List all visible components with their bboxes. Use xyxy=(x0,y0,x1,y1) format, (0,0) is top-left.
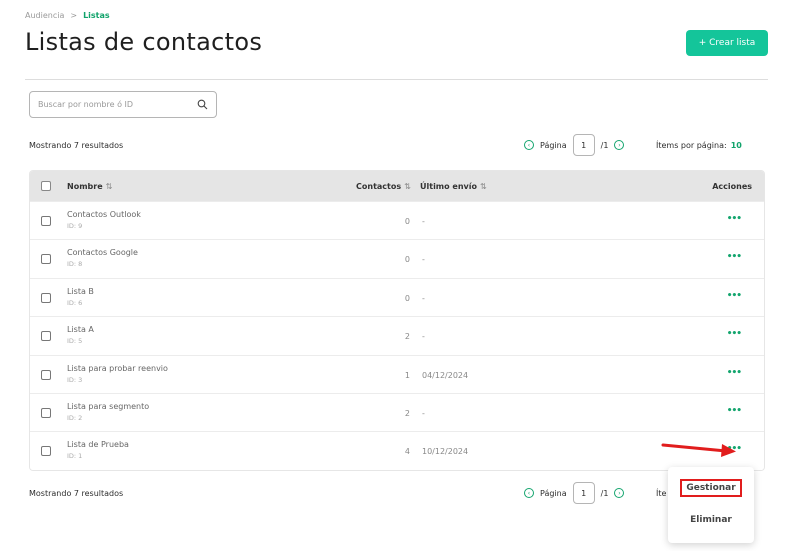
last-send: - xyxy=(422,255,425,265)
search-icon[interactable] xyxy=(196,99,208,111)
breadcrumb-parent[interactable]: Audiencia xyxy=(25,11,64,20)
pagination-bottom: ‹ Página 1 /1 › xyxy=(524,482,625,504)
contacts-count: 0 xyxy=(404,217,410,226)
search-box[interactable] xyxy=(29,91,217,118)
sort-icon[interactable]: ⇅ xyxy=(404,182,411,191)
column-actions: Acciones xyxy=(712,182,752,191)
per-page-label: Ítems por página: xyxy=(656,141,727,150)
results-count-bottom: Mostrando 7 resultados xyxy=(29,489,124,498)
column-contacts[interactable]: Contactos ⇅ xyxy=(356,182,411,191)
sort-icon[interactable]: ⇅ xyxy=(480,182,487,191)
red-arrow-annotation xyxy=(661,443,736,457)
row-checkbox[interactable] xyxy=(41,292,51,303)
last-send: 04/12/2024 xyxy=(422,370,469,380)
lists-table: Nombre ⇅ Contactos ⇅ Último envío ⇅ Accione… xyxy=(29,170,765,471)
contacts-count: 4 xyxy=(404,447,410,457)
list-name[interactable]: Lista para probar reenvio xyxy=(67,364,168,373)
items-per-page-bottom: Íte xyxy=(656,489,667,498)
breadcrumb-current: Listas xyxy=(83,11,110,20)
next-page-icon[interactable]: › xyxy=(614,488,625,498)
list-id: ID: 6 xyxy=(67,298,83,307)
list-id: ID: 3 xyxy=(67,375,83,384)
table-row: Contactos Outlook ID: 9 0 - ••• xyxy=(30,201,764,240)
page-number-input[interactable]: 1 xyxy=(572,482,595,504)
more-actions-icon[interactable]: ••• xyxy=(727,368,742,378)
last-send: - xyxy=(422,408,425,418)
breadcrumb-separator: > xyxy=(70,11,78,20)
last-send: - xyxy=(422,332,425,342)
page-label: Página xyxy=(540,140,567,150)
pagination-top: ‹ Página 1 /1 › xyxy=(524,134,625,156)
page-total: /1 xyxy=(600,140,609,150)
select-all-checkbox[interactable] xyxy=(41,181,51,191)
row-checkbox[interactable] xyxy=(41,369,51,380)
next-page-icon[interactable]: › xyxy=(614,140,625,150)
per-page-value[interactable]: 10 xyxy=(731,141,742,150)
contacts-count: 2 xyxy=(404,332,410,342)
list-id: ID: 8 xyxy=(67,260,83,269)
more-actions-icon[interactable]: ••• xyxy=(727,214,742,224)
more-actions-icon[interactable]: ••• xyxy=(727,406,742,416)
contacts-count: 1 xyxy=(404,370,410,380)
table-row: Lista para segmento ID: 2 2 - ••• xyxy=(30,392,764,432)
page-label: Página xyxy=(540,488,567,498)
prev-page-icon[interactable]: ‹ xyxy=(524,140,534,150)
create-list-label: + Crear lista xyxy=(698,38,756,48)
manage-menu-item[interactable]: Gestionar xyxy=(668,479,754,497)
list-id: ID: 9 xyxy=(67,222,83,230)
sort-icon[interactable]: ⇅ xyxy=(106,182,113,191)
list-name[interactable]: Contactos Google xyxy=(67,248,138,257)
row-checkbox[interactable] xyxy=(41,254,51,265)
list-name[interactable]: Lista A xyxy=(67,325,94,334)
more-actions-icon[interactable]: ••• xyxy=(727,291,742,301)
row-checkbox[interactable] xyxy=(41,331,51,342)
table-row: Lista A ID: 5 2 - ••• xyxy=(30,316,764,355)
list-name[interactable]: Lista para segmento xyxy=(67,402,149,411)
contacts-count: 2 xyxy=(404,408,410,418)
contacts-count: 0 xyxy=(404,255,410,265)
list-name[interactable]: Lista B xyxy=(67,287,94,296)
list-name[interactable]: Lista de Prueba xyxy=(67,440,129,449)
breadcrumb: Audiencia > Listas xyxy=(25,11,110,20)
results-count: Mostrando 7 resultados xyxy=(29,141,124,150)
row-checkbox[interactable] xyxy=(41,407,51,418)
items-per-page[interactable]: Ítems por página: 10 xyxy=(656,141,742,150)
header-divider xyxy=(25,79,768,80)
row-checkbox[interactable] xyxy=(41,446,51,457)
create-list-button[interactable]: + Crear lista xyxy=(686,30,768,56)
table-row: Contactos Google ID: 8 0 - ••• xyxy=(30,239,764,278)
actions-menu: Gestionar Eliminar xyxy=(668,467,754,543)
table-row: Lista para probar reenvio ID: 3 1 04/12/… xyxy=(30,354,764,393)
page-title: Listas de contactos xyxy=(25,28,263,56)
search-input[interactable] xyxy=(38,100,196,109)
more-actions-icon[interactable]: ••• xyxy=(727,252,742,262)
list-id: ID: 2 xyxy=(67,413,83,422)
more-actions-icon[interactable]: ••• xyxy=(727,329,742,339)
prev-page-icon[interactable]: ‹ xyxy=(524,488,534,498)
page-number-input[interactable]: 1 xyxy=(572,134,595,156)
delete-menu-item[interactable]: Eliminar xyxy=(668,515,754,525)
list-id: ID: 5 xyxy=(67,337,83,346)
manage-label[interactable]: Gestionar xyxy=(680,479,742,497)
row-checkbox[interactable] xyxy=(41,216,51,226)
last-send: - xyxy=(422,293,425,303)
table-row: Lista B ID: 6 0 - ••• xyxy=(30,277,764,317)
last-send: - xyxy=(422,217,425,226)
table-header: Nombre ⇅ Contactos ⇅ Último envío ⇅ Accione… xyxy=(30,171,764,201)
list-id: ID: 1 xyxy=(67,452,83,461)
contacts-count: 0 xyxy=(404,293,410,303)
column-name[interactable]: Nombre ⇅ xyxy=(67,182,112,191)
list-name[interactable]: Contactos Outlook xyxy=(67,210,141,219)
last-send: 10/12/2024 xyxy=(422,447,469,457)
page-total: /1 xyxy=(600,488,609,498)
table-row: Lista de Prueba ID: 1 4 10/12/2024 ••• xyxy=(30,431,764,470)
column-last-send[interactable]: Último envío ⇅ xyxy=(420,182,487,191)
